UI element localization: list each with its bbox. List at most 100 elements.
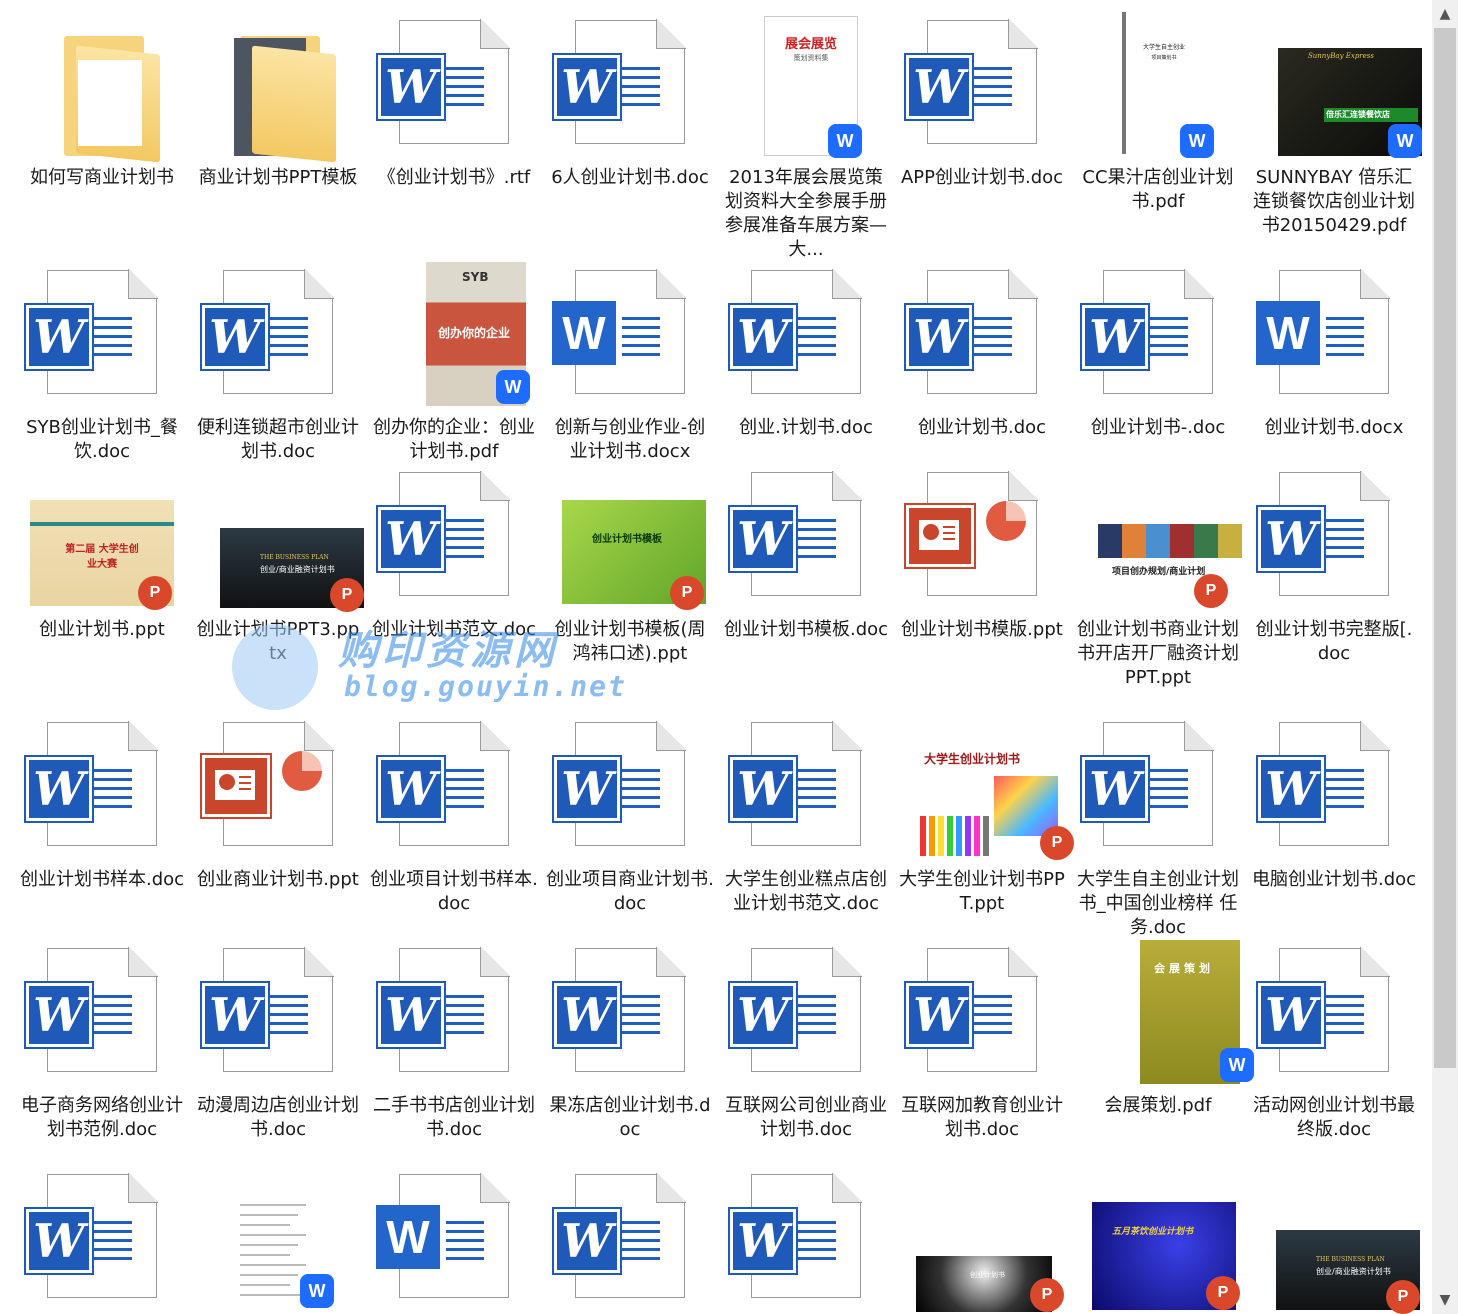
text-line bbox=[1326, 769, 1364, 772]
text-line bbox=[270, 335, 308, 338]
ppt-overlay-icon: P bbox=[1386, 1280, 1420, 1314]
text-line bbox=[622, 317, 660, 320]
text-line bbox=[798, 1031, 836, 1034]
bar-glyph bbox=[239, 782, 251, 784]
collage-tile bbox=[1146, 524, 1170, 558]
file-name-label: 创业计划书-.doc bbox=[1090, 417, 1226, 438]
file-name-label: 创业计划书模板.doc bbox=[723, 619, 889, 640]
document-page-icon: W bbox=[26, 947, 158, 1072]
file-name-label: 创业计划书.ppt bbox=[39, 619, 165, 640]
file-name-label: 二手书书店创业计划书.doc bbox=[373, 1095, 535, 1140]
file-thumbnail bbox=[14, 10, 190, 164]
text-line bbox=[446, 94, 484, 97]
document-page-icon: W bbox=[378, 947, 510, 1072]
page-fold bbox=[656, 947, 686, 977]
text-line bbox=[94, 1248, 132, 1251]
text-lines-icon bbox=[94, 317, 132, 362]
text-line bbox=[798, 1230, 836, 1233]
text-line bbox=[1150, 787, 1188, 790]
document-page-icon: W bbox=[906, 19, 1038, 144]
scroll-up-arrow-icon[interactable]: ▲ bbox=[1432, 0, 1458, 28]
text-line bbox=[622, 353, 660, 356]
text-line bbox=[446, 778, 484, 781]
pencil bbox=[983, 816, 989, 856]
pencil bbox=[920, 816, 926, 856]
powerpoint-icon bbox=[202, 755, 270, 817]
text-line bbox=[798, 344, 836, 347]
slide-icon bbox=[215, 770, 255, 800]
text-line bbox=[1326, 528, 1364, 531]
vertical-scrollbar[interactable]: ▲ ▼ bbox=[1432, 0, 1458, 1314]
file-name-label: 创业计划书.doc bbox=[917, 417, 1047, 438]
file-name-label: SYB创业计划书_餐饮.doc bbox=[26, 417, 178, 462]
text-lines-icon bbox=[798, 519, 836, 564]
document-page-icon: W bbox=[1082, 269, 1214, 394]
page-fold bbox=[480, 19, 510, 49]
text-lines-icon bbox=[270, 317, 308, 362]
page-fold bbox=[832, 471, 862, 501]
text-line bbox=[622, 326, 660, 329]
word-icon: W bbox=[26, 305, 92, 369]
text-line bbox=[798, 326, 836, 329]
file-thumbnail: SYB 创办你的企业 W bbox=[366, 260, 542, 414]
ppt-overlay-icon: P bbox=[670, 576, 704, 610]
text-line bbox=[446, 103, 484, 106]
text-line bbox=[94, 995, 132, 998]
file-name-label: 创业计划书范文.doc bbox=[371, 619, 537, 640]
text-line bbox=[240, 1204, 306, 1206]
text-line bbox=[1326, 787, 1364, 790]
text-line bbox=[1326, 778, 1364, 781]
text-line bbox=[270, 1031, 308, 1034]
preview-title: SunnyBay Express bbox=[1308, 52, 1374, 60]
file-name-label: 大学生创业计划书PPT.ppt bbox=[899, 869, 1065, 914]
text-line bbox=[1326, 326, 1364, 329]
text-lines-icon bbox=[446, 67, 484, 112]
text-line bbox=[1150, 805, 1188, 808]
text-line bbox=[1150, 335, 1188, 338]
pencil bbox=[938, 816, 944, 856]
ppt-overlay-icon: P bbox=[138, 576, 172, 610]
text-line bbox=[94, 1004, 132, 1007]
page-fold bbox=[128, 1173, 158, 1203]
text-line bbox=[446, 67, 484, 70]
folder-preview-doc bbox=[78, 60, 142, 146]
text-line bbox=[270, 1013, 308, 1016]
text-line bbox=[446, 1013, 484, 1016]
text-line bbox=[446, 85, 484, 88]
text-line bbox=[1150, 769, 1188, 772]
preview-title: 创业计划书模板 bbox=[592, 534, 662, 545]
file-name-label: 互联网公司创业商业计划书.doc bbox=[725, 1095, 887, 1140]
file-thumbnail: W bbox=[1246, 938, 1422, 1092]
text-line bbox=[798, 1257, 836, 1260]
word-icon: W bbox=[1258, 507, 1324, 571]
document-page-icon: W bbox=[554, 1173, 686, 1298]
file-name-label: 创业.计划书.doc bbox=[739, 417, 873, 438]
text-lines-icon bbox=[798, 317, 836, 362]
text-line bbox=[798, 555, 836, 558]
collage-tile bbox=[1218, 524, 1242, 558]
text-lines-icon bbox=[974, 67, 1012, 112]
text-line bbox=[622, 769, 660, 772]
scrollbar-thumb[interactable] bbox=[1434, 28, 1456, 1068]
text-line bbox=[446, 787, 484, 790]
word-icon: W bbox=[26, 1209, 92, 1273]
file-name-label: 6人创业计划书.doc bbox=[551, 167, 709, 188]
text-line bbox=[622, 344, 660, 347]
text-line bbox=[94, 1257, 132, 1260]
text-line bbox=[798, 528, 836, 531]
file-thumbnail: W bbox=[542, 260, 718, 414]
text-line bbox=[622, 1257, 660, 1260]
text-line bbox=[622, 1239, 660, 1242]
text-line bbox=[974, 1004, 1012, 1007]
text-line bbox=[798, 995, 836, 998]
word-icon: W bbox=[378, 507, 444, 571]
word-icon: W bbox=[730, 1209, 796, 1273]
file-name-label: 创业计划书样本.doc bbox=[19, 869, 185, 890]
word-icon: W bbox=[1082, 757, 1148, 821]
file-thumbnail: SunnyBay Express 倍乐汇连锁餐饮店 W bbox=[1246, 10, 1422, 164]
scroll-down-arrow-icon[interactable]: ▼ bbox=[1432, 1286, 1458, 1314]
file-thumbnail: W bbox=[1070, 712, 1246, 866]
page-fold bbox=[128, 721, 158, 751]
text-line bbox=[622, 335, 660, 338]
file-thumbnail bbox=[190, 712, 366, 866]
